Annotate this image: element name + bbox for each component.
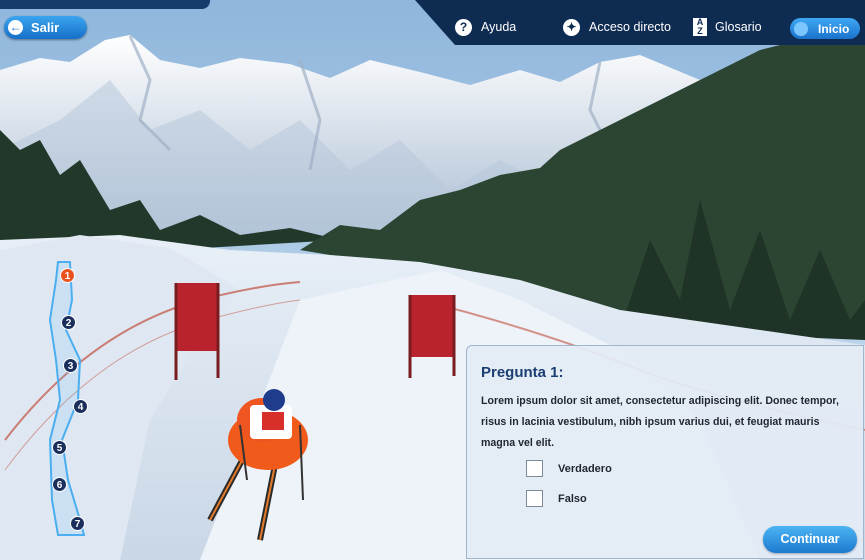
help-label: Ayuda — [481, 20, 517, 34]
course-marker-4[interactable]: 4 — [73, 399, 88, 414]
option-false-checkbox[interactable] — [526, 490, 543, 507]
course-marker-7[interactable]: 7 — [70, 516, 85, 531]
option-true[interactable]: Verdadero — [526, 460, 612, 477]
top-navigation-bar: ← Salir ? Ayuda ✦ Acceso directo A Z Glo… — [0, 0, 865, 45]
course-marker-1[interactable]: 1 — [60, 268, 75, 283]
course-marker-5[interactable]: 5 — [52, 440, 67, 455]
course-marker-6[interactable]: 6 — [52, 477, 67, 492]
home-icon — [794, 21, 808, 36]
glossary-az-icon: A Z — [693, 18, 707, 36]
shortcut-label: Acceso directo — [589, 20, 671, 34]
option-true-checkbox[interactable] — [526, 460, 543, 477]
home-label: Inicio — [818, 21, 850, 36]
top-strip — [0, 0, 210, 9]
glossary-button[interactable]: A Z Glosario — [693, 14, 762, 40]
question-panel: Pregunta 1: Lorem ipsum dolor sit amet, … — [466, 345, 864, 559]
option-false[interactable]: Falso — [526, 490, 587, 507]
back-button[interactable]: ← Salir — [4, 16, 87, 39]
compass-icon: ✦ — [563, 18, 580, 36]
back-button-label: Salir — [31, 20, 60, 35]
course-marker-2[interactable]: 2 — [61, 315, 76, 330]
help-button[interactable]: ? Ayuda — [455, 14, 516, 40]
option-false-label: Falso — [558, 492, 587, 505]
question-title: Pregunta 1: — [481, 364, 564, 381]
glossary-label: Glosario — [715, 20, 762, 34]
home-button[interactable]: Inicio — [790, 18, 860, 39]
question-text: Lorem ipsum dolor sit amet, consectetur … — [481, 395, 839, 449]
course-marker-3[interactable]: 3 — [63, 358, 78, 373]
shortcut-button[interactable]: ✦ Acceso directo — [563, 14, 671, 40]
option-true-label: Verdadero — [558, 462, 612, 475]
continue-button[interactable]: Continuar — [763, 526, 857, 553]
back-arrow-icon: ← — [8, 20, 23, 35]
help-icon: ? — [455, 18, 472, 36]
